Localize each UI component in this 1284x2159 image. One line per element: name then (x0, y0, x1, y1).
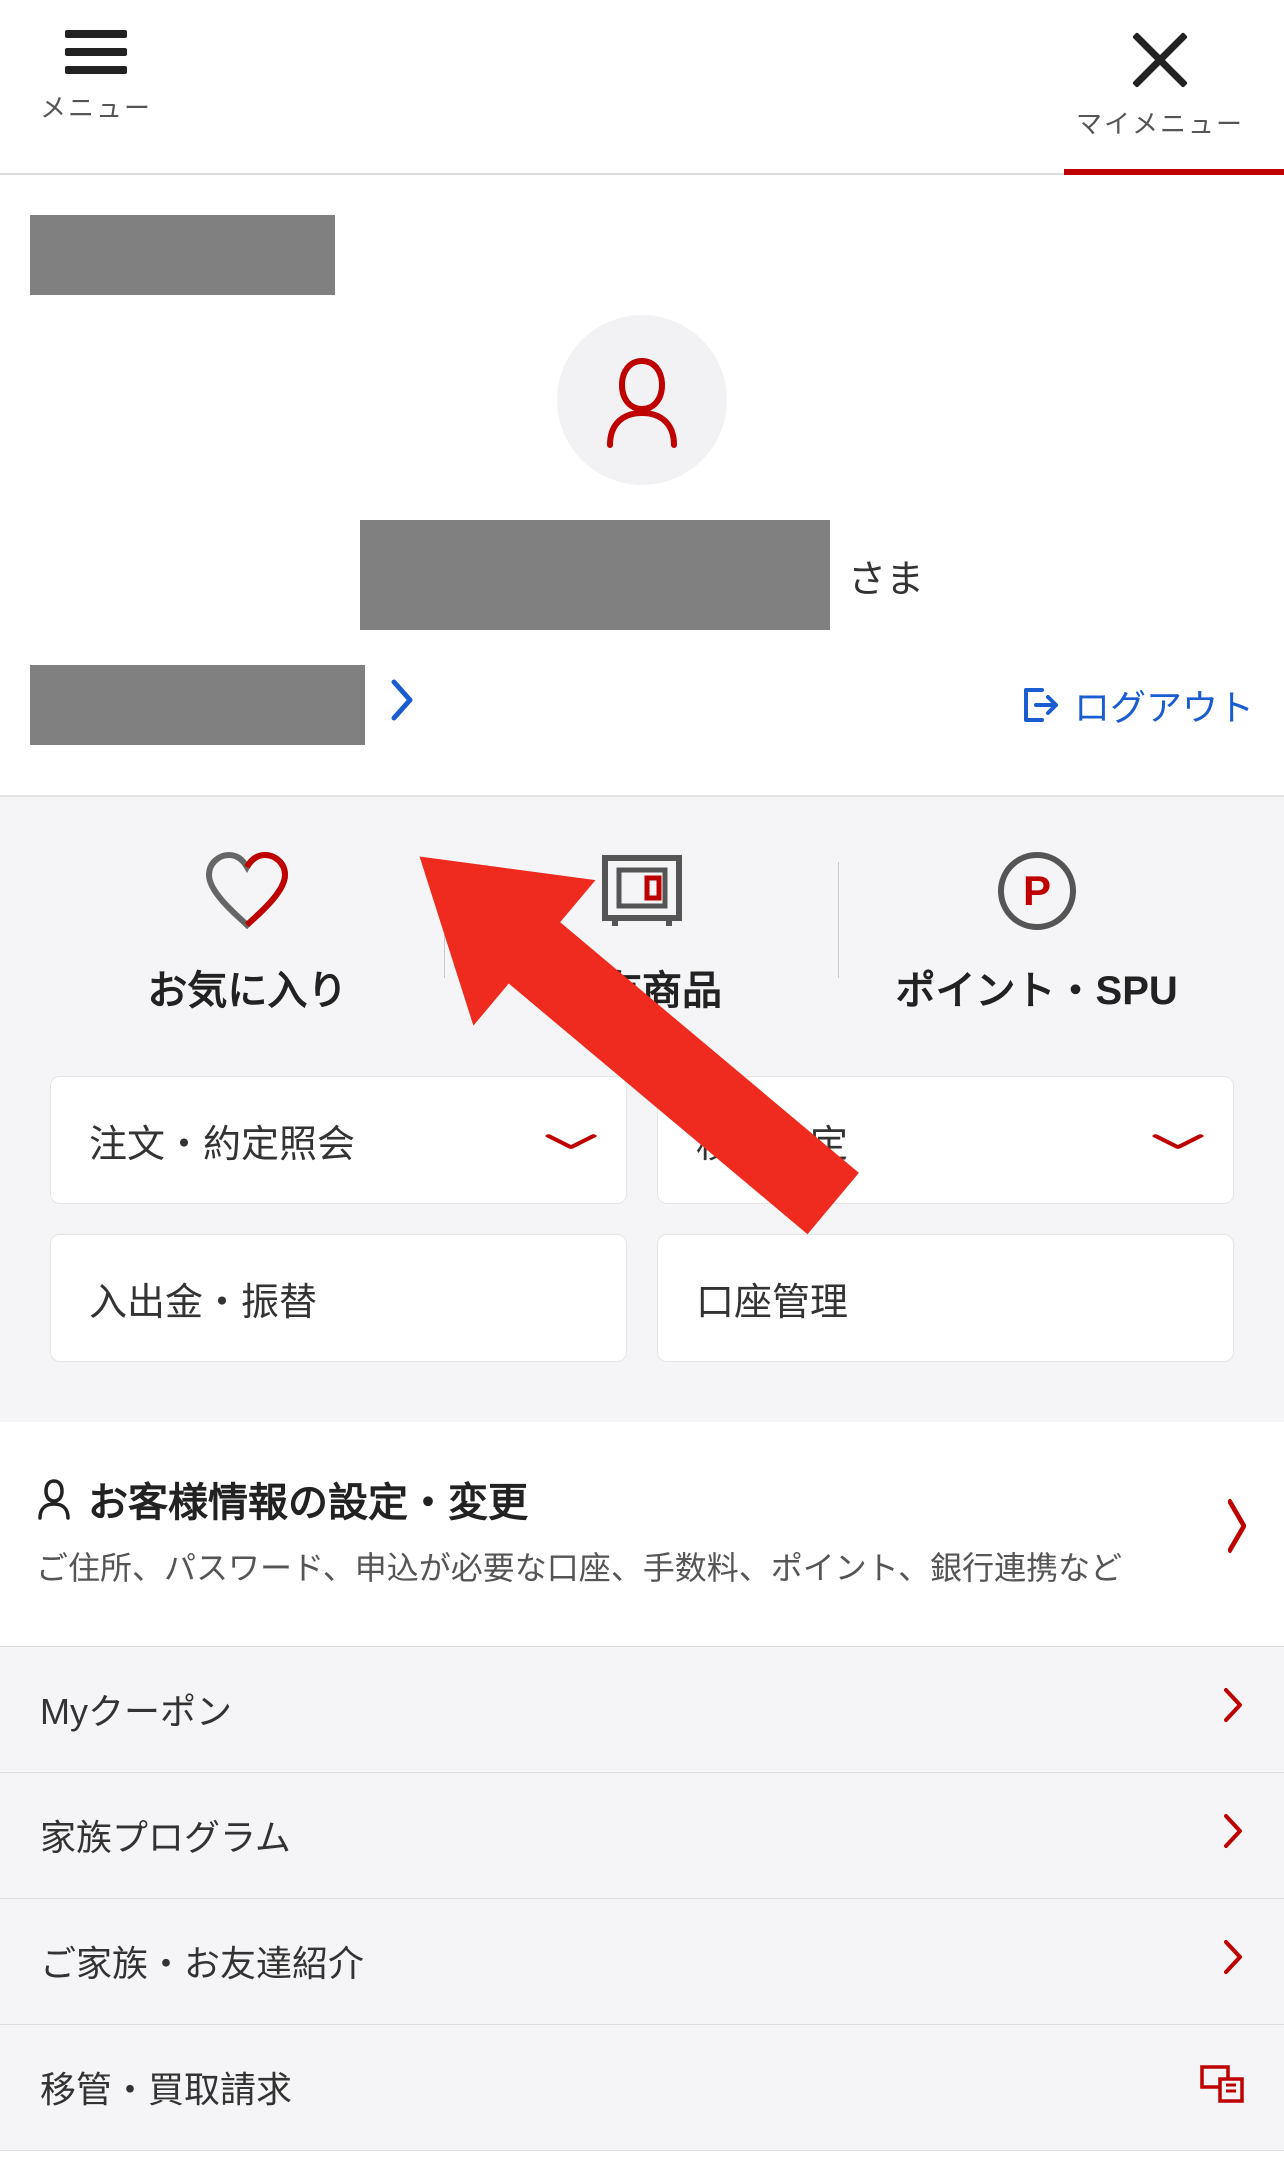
chevron-right-icon (1222, 1686, 1244, 1733)
account-id-link[interactable] (30, 665, 416, 745)
hamburger-icon (65, 30, 127, 74)
quick-favorites-label: お気に入り (147, 958, 347, 1016)
settings-title-text: お客様情報の設定・変更 (88, 1470, 528, 1528)
customer-settings-link[interactable]: お客様情報の設定・変更 ご住所、パスワード、申込が必要な口座、手数料、ポイント、… (0, 1422, 1284, 1647)
app-header: メニュー マイメニュー (0, 0, 1284, 175)
list-item-label: 家族プログラム (40, 1809, 291, 1861)
logout-label: ログアウト (1074, 679, 1254, 731)
list-item-label: Myクーポン (40, 1683, 232, 1735)
user-name-row: さま (30, 520, 1254, 630)
card-account[interactable]: 口座管理 (657, 1234, 1234, 1362)
chevron-right-icon (390, 678, 416, 733)
person-icon (602, 353, 682, 448)
chevron-right-icon (1226, 1488, 1248, 1576)
card-cash[interactable]: 入出金・振替 (50, 1234, 627, 1362)
card-tsumitate-label: 積立設定 (696, 1113, 848, 1168)
quick-holdings-label: 保有商品 (562, 958, 722, 1016)
quick-points-label: ポイント・SPU (896, 958, 1178, 1016)
list-item-label: 移管・買取請求 (40, 2061, 292, 2113)
close-icon (1130, 30, 1190, 90)
transfer-icon (1200, 2063, 1244, 2112)
card-orders-label: 注文・約定照会 (89, 1113, 355, 1168)
points-icon: P (995, 849, 1079, 933)
heart-icon (201, 851, 293, 931)
person-icon (36, 1478, 72, 1520)
avatar (557, 315, 727, 485)
card-orders[interactable]: 注文・約定照会 (50, 1076, 627, 1204)
settings-subtitle: ご住所、パスワード、申込が必要な口座、手数料、ポイント、銀行連携など (36, 1544, 1202, 1594)
menu-button[interactable]: メニュー (40, 30, 152, 125)
safe-icon (599, 852, 685, 930)
sama-suffix: さま (848, 548, 924, 603)
card-account-label: 口座管理 (696, 1271, 848, 1326)
quick-favorites[interactable]: お気に入り (50, 852, 445, 1016)
menu-label: メニュー (40, 88, 152, 125)
logout-icon (1018, 684, 1060, 726)
svg-text:P: P (1023, 867, 1051, 914)
card-cash-label: 入出金・振替 (89, 1271, 317, 1326)
redacted-block (30, 215, 335, 295)
logout-button[interactable]: ログアウト (1018, 679, 1254, 731)
chevron-right-icon (1222, 1812, 1244, 1859)
list-item-label: ご家族・お友達紹介 (40, 1935, 364, 1987)
quick-holdings[interactable]: 保有商品 (445, 852, 840, 1016)
chevron-right-icon (1222, 1938, 1244, 1985)
chevron-down-icon (1151, 1121, 1205, 1159)
quick-section: お気に入り 保有商品 P (0, 797, 1284, 1422)
card-tsumitate[interactable]: 積立設定 (657, 1076, 1234, 1204)
active-tab-underline (1064, 169, 1284, 175)
list-my-coupon[interactable]: Myクーポン (0, 1647, 1284, 1773)
list-transfer[interactable]: 移管・買取請求 (0, 2025, 1284, 2151)
list-referral[interactable]: ご家族・お友達紹介 (0, 1899, 1284, 2025)
redacted-account-id (30, 665, 365, 745)
redacted-name (360, 520, 830, 630)
chevron-down-icon (544, 1121, 598, 1159)
profile-section: さま ログアウト (0, 175, 1284, 797)
mymenu-close-button[interactable]: マイメニュー (1076, 30, 1244, 141)
list-family-program[interactable]: 家族プログラム (0, 1773, 1284, 1899)
mymenu-label: マイメニュー (1076, 104, 1244, 141)
quick-points-spu[interactable]: P ポイント・SPU (839, 852, 1234, 1016)
